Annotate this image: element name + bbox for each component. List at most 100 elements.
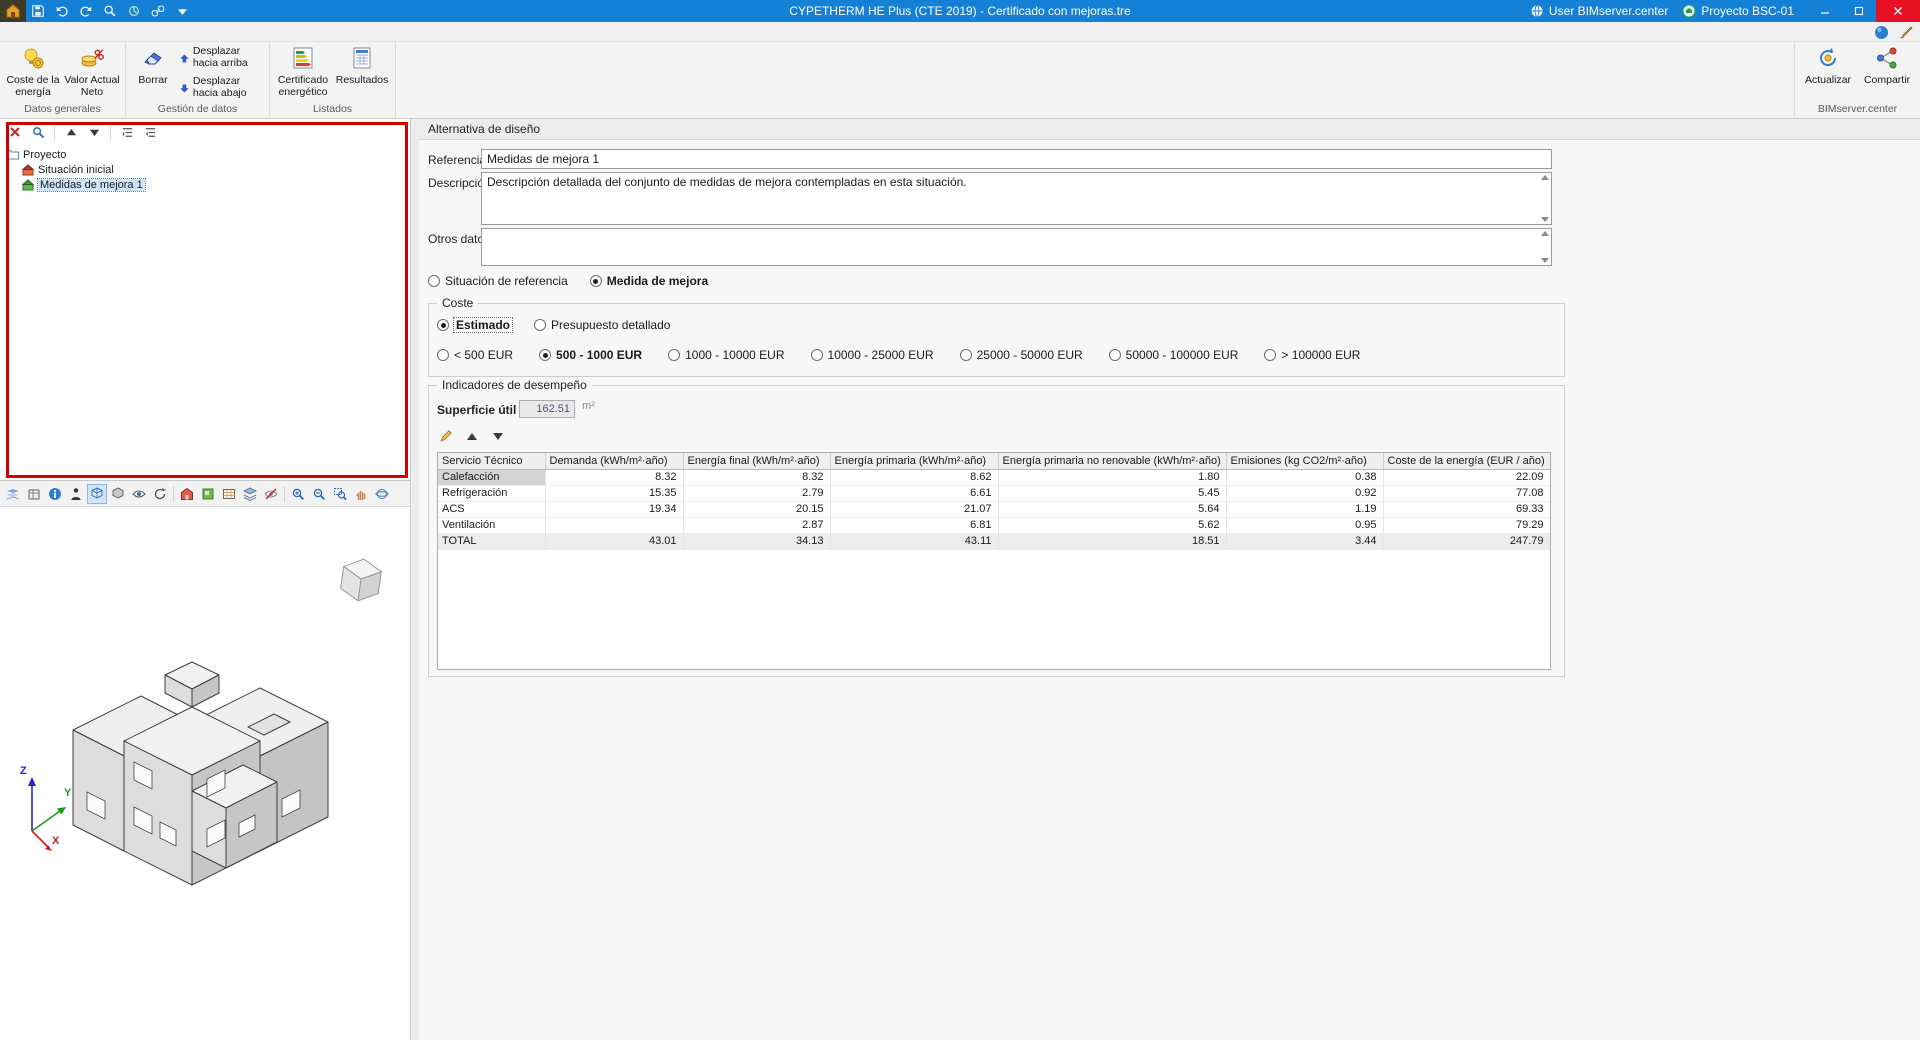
col-header[interactable]: Servicio Técnico [438,453,546,470]
cost-range-option-0[interactable]: < 500 EUR [437,348,513,362]
value-cell[interactable]: 69.33 [1383,501,1550,518]
model-3d-viewport[interactable]: Z Y X [0,507,410,1040]
zoom-extents-icon[interactable] [288,484,308,504]
col-header[interactable]: Demanda (kWh/m²·año) [545,453,684,470]
visibility-icon[interactable] [129,484,149,504]
cost-range-option-1[interactable]: 500 - 1000 EUR [539,348,642,362]
quick-access-dropdown-icon[interactable] [170,0,194,22]
valor-actual-neto-button[interactable]: Valor Actual Neto [64,44,120,98]
value-cell[interactable]: 0.92 [1226,485,1384,502]
tree-search-icon[interactable] [28,122,48,142]
row-up-icon[interactable] [463,428,481,444]
value-cell[interactable]: 22.09 [1383,469,1550,486]
layers-icon[interactable] [240,484,260,504]
orbit-icon[interactable] [372,484,392,504]
hide-elements-icon[interactable] [261,484,281,504]
save-icon[interactable] [26,0,50,22]
value-cell[interactable]: 1.19 [1226,501,1384,518]
col-header[interactable]: Emisiones (kg CO2/m²·año) [1226,453,1384,470]
search-icon[interactable] [98,0,122,22]
value-cell[interactable]: 8.32 [683,469,831,486]
medida-mejora-option[interactable]: Medida de mejora [589,274,708,288]
tree-item-situacion-inicial[interactable]: Situación inicial [6,162,410,177]
scroll-up-icon[interactable] [1541,231,1549,236]
value-cell[interactable]: 3.44 [1226,533,1384,550]
value-cell[interactable]: 6.61 [830,485,999,502]
view-mode-icon[interactable] [87,483,107,504]
service-cell[interactable]: Calefacción [438,469,546,486]
thermal-model-icon[interactable] [177,484,197,504]
col-header[interactable]: Energía primaria no renovable (kWh/m²·añ… [998,453,1227,470]
solid-view-icon[interactable] [108,484,128,504]
value-cell[interactable]: 2.87 [683,517,831,534]
value-cell[interactable]: 247.79 [1383,533,1550,550]
value-cell[interactable]: 79.29 [1383,517,1550,534]
cost-range-option-6[interactable]: > 100000 EUR [1264,348,1360,362]
resultados-button[interactable]: Resultados [334,44,390,86]
close-button[interactable] [1876,0,1920,22]
value-cell[interactable]: 43.01 [545,533,684,550]
view-cube[interactable] [330,549,392,611]
cost-range-option-2[interactable]: 1000 - 10000 EUR [668,348,785,362]
delete-icon[interactable] [5,122,25,142]
tree-item-medidas-mejora-1[interactable]: Medidas de mejora 1 [6,177,410,192]
zoom-out-icon[interactable] [309,484,329,504]
borrar-button[interactable]: Borrar [131,44,175,86]
project-account[interactable]: Proyecto BSC-01 [1682,4,1794,18]
compartir-button[interactable]: Compartir [1859,44,1915,86]
situacion-referencia-option[interactable]: Situación de referencia [428,274,568,288]
value-cell[interactable]: 2.79 [683,485,831,502]
otros-datos-textarea[interactable] [481,228,1552,266]
zoom-window-icon[interactable] [330,484,350,504]
link-icon[interactable] [146,0,170,22]
panel-splitter[interactable] [412,119,419,1040]
value-cell[interactable]: 5.45 [998,485,1227,502]
maximize-button[interactable] [1842,0,1876,22]
edit-icon[interactable] [437,428,455,444]
value-cell[interactable]: 5.64 [998,501,1227,518]
coste-energia-button[interactable]: Coste de la energía [5,44,61,98]
service-cell[interactable]: ACS [438,501,546,518]
value-cell[interactable]: 18.51 [998,533,1227,550]
row-down-icon[interactable] [489,428,507,444]
col-header[interactable]: Energía primaria (kWh/m²·año) [830,453,999,470]
section-planes-icon[interactable] [3,484,23,504]
col-header[interactable]: Energía final (kWh/m²·año) [683,453,831,470]
value-cell[interactable]: 21.07 [830,501,999,518]
rotate-view-icon[interactable] [150,484,170,504]
actualizar-button[interactable]: Actualizar [1800,44,1856,86]
move-up-icon[interactable] [61,122,81,142]
expand-tree-icon[interactable] [117,122,137,142]
bim-sphere-icon[interactable] [1872,23,1890,41]
value-cell[interactable]: 34.13 [683,533,831,550]
value-cell[interactable] [545,517,684,534]
undo-icon[interactable] [50,0,74,22]
scroll-down-icon[interactable] [1541,217,1549,222]
value-cell[interactable]: 5.62 [998,517,1227,534]
value-cell[interactable]: 1.80 [998,469,1227,486]
update-elements-icon[interactable] [122,0,146,22]
value-cell[interactable]: 8.62 [830,469,999,486]
value-cell[interactable]: 77.08 [1383,485,1550,502]
value-cell[interactable]: 8.32 [545,469,684,486]
value-cell[interactable]: 43.11 [830,533,999,550]
zones-icon[interactable] [198,484,218,504]
certificado-energetico-button[interactable]: Certificado energético [275,44,331,98]
desplazar-arriba-button[interactable]: Desplazar hacia arriba [178,44,264,72]
service-cell[interactable]: Ventilación [438,517,546,534]
value-cell[interactable]: 19.34 [545,501,684,518]
info-icon[interactable] [45,484,65,504]
presupuesto-detallado-option[interactable]: Presupuesto detallado [534,318,670,332]
scroll-down-icon[interactable] [1541,258,1549,263]
estimado-option[interactable]: Estimado [437,317,514,333]
references-icon[interactable] [24,484,44,504]
cost-range-option-3[interactable]: 10000 - 25000 EUR [810,348,934,362]
referencia-input[interactable] [481,149,1552,169]
minimize-button[interactable] [1808,0,1842,22]
col-header[interactable]: Coste de la energía (EUR / año) [1383,453,1550,470]
collapse-tree-icon[interactable] [140,122,160,142]
appearance-brush-icon[interactable] [1896,23,1914,41]
move-down-icon[interactable] [84,122,104,142]
pan-icon[interactable] [351,484,371,504]
redo-icon[interactable] [74,0,98,22]
